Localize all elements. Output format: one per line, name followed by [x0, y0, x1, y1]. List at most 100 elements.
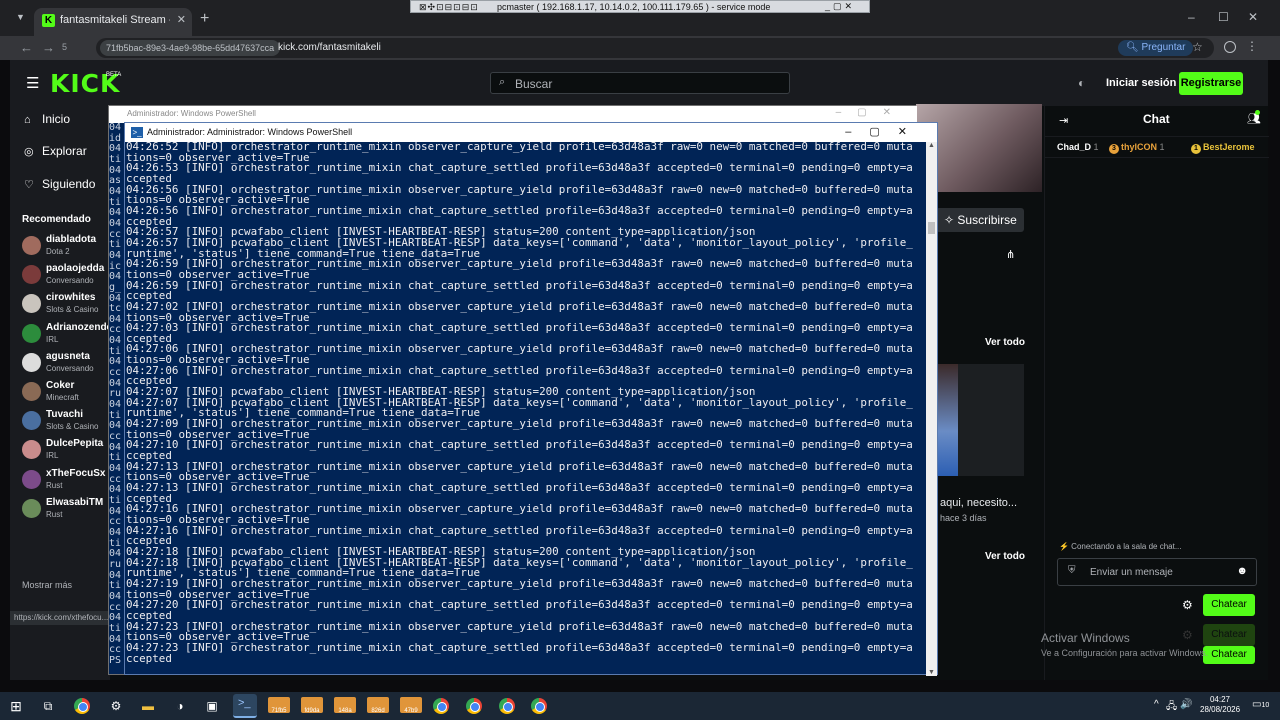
channel-item[interactable]: Tuvachi Slots & Casino	[22, 407, 112, 435]
scroll-down-icon[interactable]: ▼	[928, 669, 935, 676]
theme-toggle-icon[interactable]: ◐	[1078, 76, 1085, 90]
console-scrollbar[interactable]: ▲ ▼	[926, 142, 937, 676]
channel-item[interactable]: DulcePepita IRL	[22, 436, 112, 464]
share-icon[interactable]: ⋔	[1006, 248, 1015, 261]
taskbar: ⊞ ⧉ ⚙ ▬ ◑ ▣ >_ 71fb5 fd9da 148a 826d 47b9 ^ …	[0, 692, 1280, 720]
url-text[interactable]: kick.com/fantasmitakeli	[278, 42, 381, 53]
url-site-id[interactable]: 71fb5bac-89e3-4ae9-98be-65dd47637cca	[100, 40, 281, 56]
chrome-taskbar-icon-2[interactable]	[433, 698, 449, 714]
search-input[interactable]: ⌕ Buscar	[490, 72, 790, 94]
folder-taskbar-button[interactable]: 826d	[364, 694, 392, 718]
reload-badge[interactable]: 5	[62, 42, 67, 52]
show-more-link[interactable]: Mostrar más	[22, 580, 72, 590]
nav-inicio[interactable]: ⌂ Inicio	[24, 112, 70, 126]
channel-item[interactable]: Coker Minecraft	[22, 378, 112, 406]
folder-taskbar-button[interactable]: 71fb5	[265, 694, 293, 718]
console-output[interactable]: 04:26:52 [INFO] orchestrator_runtime_mix…	[125, 142, 927, 676]
taskbar-clock[interactable]: 04:27 28/08/2026	[1200, 695, 1240, 715]
folder-label: fd9da	[304, 708, 320, 714]
console-line: 04:26:59 [INFO] orchestrator_runtime_mix…	[126, 278, 913, 292]
channel-avatar	[22, 352, 41, 372]
channel-name: xTheFocuSx	[46, 467, 106, 479]
subscribe-button[interactable]: ✧ Suscribirse	[936, 208, 1024, 232]
see-all-link[interactable]: Ver todo	[985, 337, 1025, 348]
app-taskbar-icon[interactable]: ⚙	[104, 696, 128, 716]
powershell-taskbar-button[interactable]: >_	[233, 694, 257, 718]
channel-item[interactable]: Adrianozende IRL	[22, 320, 112, 348]
maximize-button[interactable]: ☐	[1218, 10, 1229, 24]
nav-explorar[interactable]: ◎ Explorar	[24, 144, 87, 158]
remote-window-controls[interactable]: _▢✕	[825, 1, 855, 12]
remote-session-title: pcmaster ( 192.168.1.17, 10.14.0.2, 100.…	[497, 2, 771, 12]
browser-tab[interactable]: K fantasmitakeli Stream - Watch L ✕	[34, 8, 192, 36]
forward-icon[interactable]: →	[42, 40, 55, 55]
app-taskbar-icon-2[interactable]: ◑	[168, 696, 192, 716]
chat-panel: ⇥ Chat 👥︎ Chad_D 1 3 thylCON 1 1 BestJerom…	[1044, 106, 1269, 680]
chrome-taskbar-icon-3[interactable]	[466, 698, 482, 714]
nav-siguiendo[interactable]: ♡ Siguiendo	[24, 177, 95, 191]
status-url-tooltip: https://kick.com/xthefocu...	[10, 611, 114, 625]
chat-send-button[interactable]: Chatear	[1203, 594, 1255, 616]
subscribe-label: Suscribirse	[957, 213, 1017, 227]
channel-item[interactable]: diabladota Dota 2	[22, 232, 112, 260]
ps-titlebar[interactable]: >_ Administrador: Administrador: Windows…	[125, 123, 937, 142]
bookmark-star-icon[interactable]: ☆	[1192, 40, 1203, 54]
gifter-3[interactable]: 1 BestJerome	[1191, 142, 1255, 154]
profile-icon[interactable]	[1224, 41, 1236, 53]
video-title[interactable]: aqui, necesito...	[940, 497, 1017, 509]
channel-category: Conversando	[46, 276, 94, 286]
video-thumbnail[interactable]	[936, 364, 1024, 476]
chrome-taskbar-icon[interactable]	[74, 698, 90, 714]
ps-window-controls[interactable]: –▢✕	[845, 125, 925, 138]
hamburger-menu-icon[interactable]: ☰	[26, 74, 39, 92]
channel-item[interactable]: ElwasabiTM Rust	[22, 495, 112, 523]
menu-kebab-icon[interactable]: ⋮	[1246, 39, 1258, 53]
chrome-taskbar-icon-4[interactable]	[499, 698, 515, 714]
ask-button[interactable]: 🔍︎ Preguntar	[1118, 40, 1194, 56]
tab-close-icon[interactable]: ✕	[177, 13, 186, 26]
remote-toolbar-icons[interactable]: ⊠✣⊡⊟⊡⊟⊡	[419, 2, 479, 13]
see-all-link-2[interactable]: Ver todo	[985, 551, 1025, 562]
task-view-icon[interactable]: ⧉	[36, 696, 60, 716]
ps-back-window-controls[interactable]: –▢✕	[836, 107, 907, 118]
signup-button[interactable]: Registrarse	[1179, 72, 1243, 95]
windows-start-icon[interactable]: ⊞	[4, 696, 28, 716]
folder-taskbar-button[interactable]: fd9da	[298, 694, 326, 718]
login-button[interactable]: Iniciar sesión	[1106, 77, 1176, 89]
chat-title: Chat	[1143, 112, 1170, 126]
terminal-taskbar-icon[interactable]: ▣	[200, 696, 224, 716]
close-button[interactable]: ✕	[1248, 10, 1258, 24]
folder-taskbar-button[interactable]: 148a	[331, 694, 359, 718]
powershell-taskbar-icon: >_	[238, 697, 251, 709]
file-explorer-icon[interactable]: ▬	[136, 696, 160, 716]
channel-name: Adrianozende	[46, 321, 112, 333]
channel-item[interactable]: cirowhites Slots & Casino	[22, 290, 112, 318]
channel-item[interactable]: paolaojedda Conversando	[22, 261, 112, 289]
scrollbar-thumb[interactable]	[928, 222, 935, 234]
chat-connecting-status: ⚡ Conectando a la sala de chat...	[1059, 542, 1182, 551]
powershell-window[interactable]: >_ Administrador: Administrador: Windows…	[124, 122, 938, 676]
folder-label: 47b9	[404, 708, 418, 714]
emoji-icon[interactable]: ☻	[1236, 565, 1248, 577]
tab-search-icon[interactable]: ▼	[16, 12, 25, 22]
gifter-2[interactable]: 3 thylCON 1	[1109, 142, 1165, 154]
chat-message-input[interactable]: ⛨ Enviar un mensaje ☻	[1057, 558, 1257, 586]
minimize-button[interactable]: –	[1188, 10, 1195, 24]
tray-overflow-icon[interactable]: ^	[1154, 699, 1159, 710]
ps-back-titlebar[interactable]: Administrador: Windows PowerShell –▢✕	[109, 106, 917, 123]
volume-icon[interactable]: 🔊	[1180, 699, 1192, 710]
folder-taskbar-button[interactable]: 47b9	[397, 694, 425, 718]
back-icon[interactable]: ←	[20, 40, 33, 55]
chrome-taskbar-icon-5[interactable]	[531, 698, 547, 714]
gifter-1[interactable]: Chad_D 1	[1057, 142, 1099, 152]
collapse-chat-icon[interactable]: ⇥	[1059, 114, 1068, 127]
network-icon[interactable]: 🖧	[1166, 699, 1177, 716]
channel-item[interactable]: xTheFocuSx Rust	[22, 466, 112, 494]
notification-icon[interactable]: ▭10	[1252, 699, 1269, 710]
folder-label: 148a	[338, 708, 352, 714]
new-tab-button[interactable]: +	[200, 10, 209, 28]
url-field[interactable]: 71fb5bac-89e3-4ae9-98be-65dd47637cca kic…	[96, 38, 1214, 58]
channel-item[interactable]: agusneta Conversando	[22, 349, 112, 377]
scroll-up-icon[interactable]: ▲	[928, 142, 935, 149]
chat-settings-icon[interactable]: ⚙	[1182, 598, 1193, 612]
